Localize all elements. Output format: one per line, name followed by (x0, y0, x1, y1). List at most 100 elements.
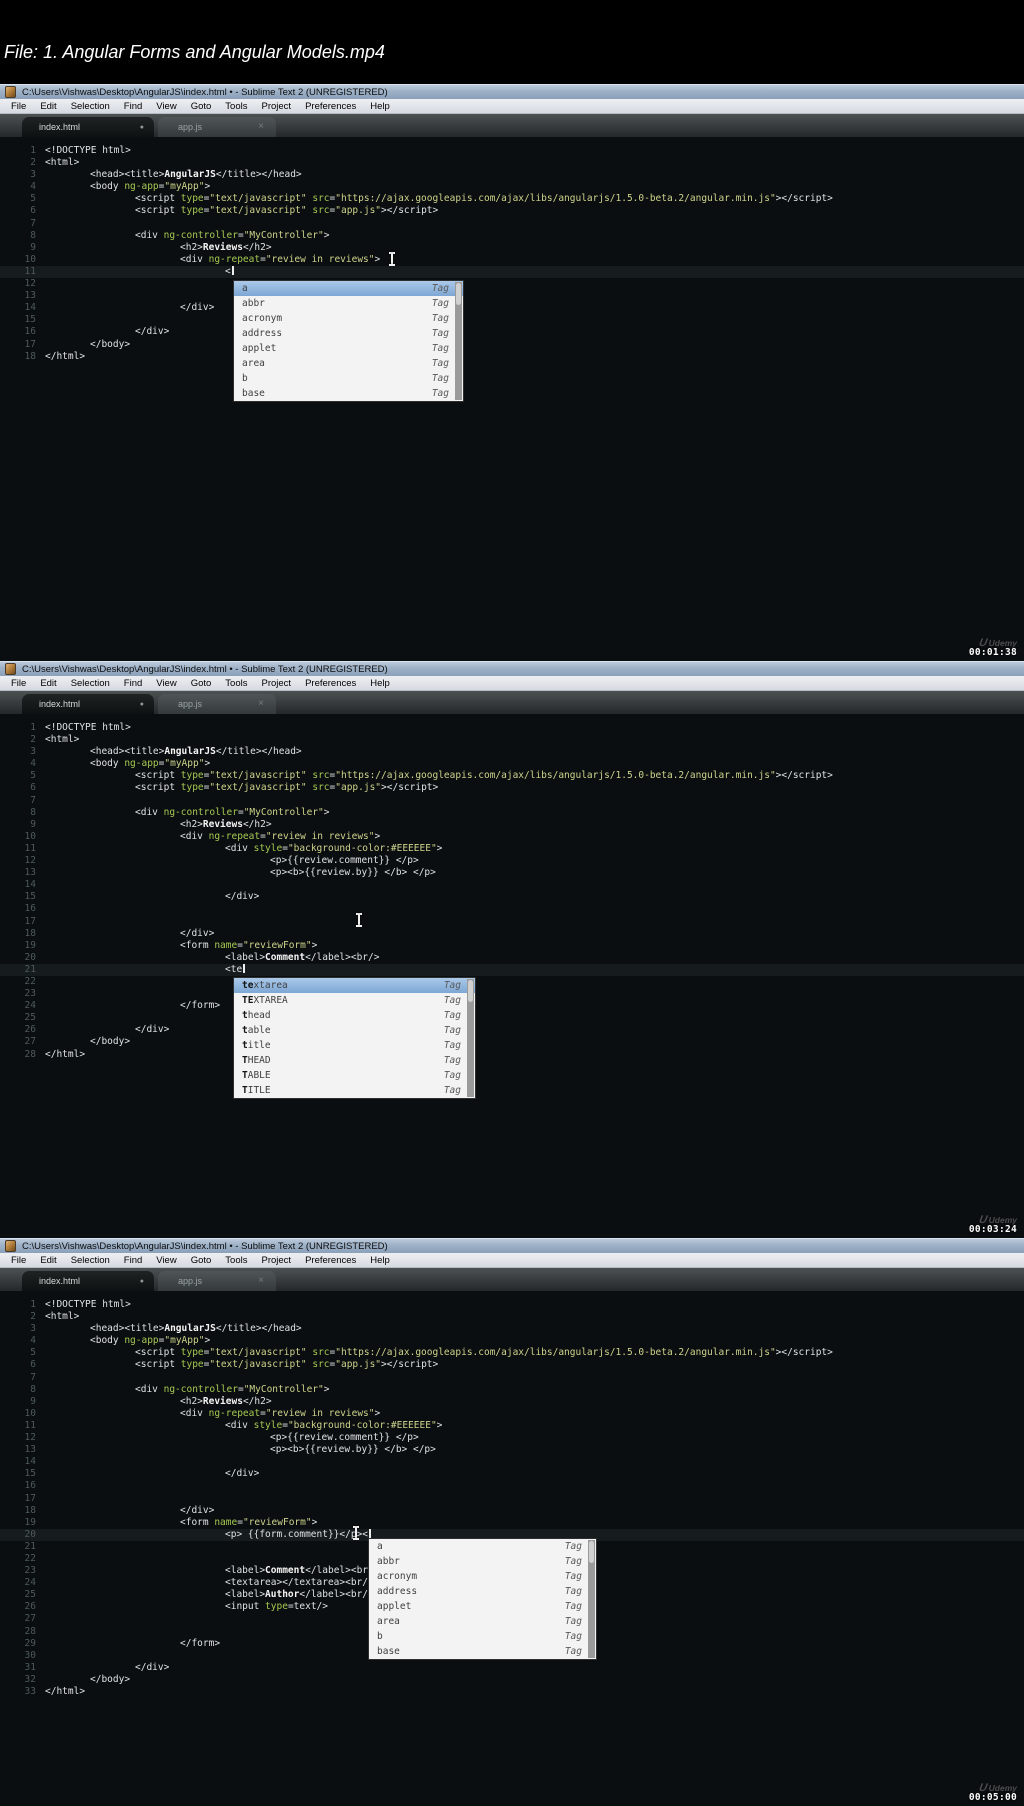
menu-goto[interactable]: Goto (184, 678, 219, 689)
code-line-17[interactable]: 17 </body> (0, 339, 1024, 351)
menu-project[interactable]: Project (254, 678, 298, 689)
code-line-12[interactable]: 12 <p>{{review.comment}} </p> (0, 1432, 1024, 1444)
menu-tools[interactable]: Tools (218, 101, 254, 112)
autocomplete-item-b[interactable]: b Tag (369, 1629, 596, 1644)
popup-scrollbar-thumb[interactable] (456, 283, 461, 305)
autocomplete-item-address[interactable]: address Tag (369, 1584, 596, 1599)
autocomplete-item-area[interactable]: area Tag (234, 356, 463, 371)
tab-index.html[interactable]: index.html ● (22, 1271, 154, 1291)
menu-file[interactable]: File (4, 101, 33, 112)
code-line-1[interactable]: 1 <!DOCTYPE html> (0, 1299, 1024, 1311)
autocomplete-item-address[interactable]: address Tag (234, 326, 463, 341)
code-line-5[interactable]: 5 <script type="text/javascript" src="htt… (0, 770, 1024, 782)
menu-edit[interactable]: Edit (33, 678, 63, 689)
autocomplete-item-TITLE[interactable]: TITLE Tag (234, 1083, 475, 1098)
code-line-20[interactable]: 20 <label>Comment</label><br/> (0, 952, 1024, 964)
close-tab-icon[interactable]: × (258, 122, 264, 132)
autocomplete-item-base[interactable]: base Tag (369, 1644, 596, 1659)
code-line-32[interactable]: 32 </body> (0, 1674, 1024, 1686)
menu-selection[interactable]: Selection (64, 678, 117, 689)
autocomplete-item-abbr[interactable]: abbr Tag (234, 296, 463, 311)
code-line-12[interactable]: 12 <p>{{review.comment}} </p> (0, 855, 1024, 867)
code-line-3[interactable]: 3 <head><title>AngularJS</title></head> (0, 746, 1024, 758)
menu-goto[interactable]: Goto (184, 1255, 219, 1266)
menu-find[interactable]: Find (117, 101, 149, 112)
menu-find[interactable]: Find (117, 678, 149, 689)
code-line-8[interactable]: 8 <div ng-controller="MyController"> (0, 230, 1024, 242)
code-line-10[interactable]: 10 <div ng-repeat="review in reviews"> (0, 831, 1024, 843)
code-editor[interactable]: 1 <!DOCTYPE html> 2 <html> 3 <head><title>Ang… (0, 714, 1024, 1238)
code-line-12[interactable]: 12 (0, 278, 1024, 290)
tab-index.html[interactable]: index.html ● (22, 694, 154, 714)
menu-preferences[interactable]: Preferences (298, 101, 363, 112)
code-line-8[interactable]: 8 <div ng-controller="MyController"> (0, 1384, 1024, 1396)
code-line-11[interactable]: 11 <div style="background-color:#EEEEEE"> (0, 843, 1024, 855)
code-line-5[interactable]: 5 <script type="text/javascript" src="htt… (0, 1347, 1024, 1359)
code-line-7[interactable]: 7 (0, 218, 1024, 230)
code-line-9[interactable]: 9 <h2>Reviews</h2> (0, 819, 1024, 831)
popup-scrollbar-thumb[interactable] (468, 980, 473, 1002)
code-line-7[interactable]: 7 (0, 795, 1024, 807)
menu-preferences[interactable]: Preferences (298, 1255, 363, 1266)
code-line-6[interactable]: 6 <script type="text/javascript" src="app… (0, 205, 1024, 217)
menu-project[interactable]: Project (254, 101, 298, 112)
tab-index.html[interactable]: index.html ● (22, 117, 154, 137)
code-line-15[interactable]: 15 (0, 314, 1024, 326)
code-line-2[interactable]: 2 <html> (0, 734, 1024, 746)
autocomplete-item-abbr[interactable]: abbr Tag (369, 1554, 596, 1569)
code-line-2[interactable]: 2 <html> (0, 1311, 1024, 1323)
code-line-19[interactable]: 19 <form name="reviewForm"> (0, 940, 1024, 952)
code-line-26[interactable]: 26 </div> (0, 1024, 1024, 1036)
autocomplete-item-title[interactable]: title Tag (234, 1038, 475, 1053)
menu-selection[interactable]: Selection (64, 1255, 117, 1266)
code-line-27[interactable]: 27 </body> (0, 1036, 1024, 1048)
code-line-17[interactable]: 17 (0, 916, 1024, 928)
code-line-10[interactable]: 10 <div ng-repeat="review in reviews"> (0, 1408, 1024, 1420)
popup-scrollbar[interactable] (455, 282, 462, 400)
code-line-33[interactable]: 33 </html> (0, 1686, 1024, 1698)
autocomplete-item-textarea[interactable]: textarea Tag (234, 978, 475, 993)
tab-app.js[interactable]: app.js × (158, 694, 276, 714)
code-line-15[interactable]: 15 </div> (0, 1468, 1024, 1480)
code-line-16[interactable]: 16 (0, 1480, 1024, 1492)
code-line-14[interactable]: 14 </div> (0, 302, 1024, 314)
code-line-16[interactable]: 16 (0, 903, 1024, 915)
menu-selection[interactable]: Selection (64, 101, 117, 112)
code-line-24[interactable]: 24 </form> (0, 1000, 1024, 1012)
menu-project[interactable]: Project (254, 1255, 298, 1266)
tab-app.js[interactable]: app.js × (158, 117, 276, 137)
autocomplete-item-area[interactable]: area Tag (369, 1614, 596, 1629)
code-line-28[interactable]: 28 </html> (0, 1049, 1024, 1061)
autocomplete-item-TEXTAREA[interactable]: TEXTAREA Tag (234, 993, 475, 1008)
menu-find[interactable]: Find (117, 1255, 149, 1266)
menu-tools[interactable]: Tools (218, 678, 254, 689)
menu-preferences[interactable]: Preferences (298, 678, 363, 689)
title-bar[interactable]: C:\Users\Vishwas\Desktop\AngularJS\index… (0, 661, 1024, 676)
autocomplete-item-acronym[interactable]: acronym Tag (369, 1569, 596, 1584)
code-line-1[interactable]: 1 <!DOCTYPE html> (0, 722, 1024, 734)
code-line-3[interactable]: 3 <head><title>AngularJS</title></head> (0, 1323, 1024, 1335)
code-line-31[interactable]: 31 </div> (0, 1662, 1024, 1674)
code-line-13[interactable]: 13 <p><b>{{review.by}} </b> </p> (0, 1444, 1024, 1456)
code-line-18[interactable]: 18 </div> (0, 928, 1024, 940)
code-line-9[interactable]: 9 <h2>Reviews</h2> (0, 1396, 1024, 1408)
code-line-8[interactable]: 8 <div ng-controller="MyController"> (0, 807, 1024, 819)
code-line-18[interactable]: 18 </html> (0, 351, 1024, 363)
autocomplete-item-TABLE[interactable]: TABLE Tag (234, 1068, 475, 1083)
menu-goto[interactable]: Goto (184, 101, 219, 112)
menu-help[interactable]: Help (363, 101, 397, 112)
code-line-4[interactable]: 4 <body ng-app="myApp"> (0, 181, 1024, 193)
code-line-11[interactable]: 11 <div style="background-color:#EEEEEE"> (0, 1420, 1024, 1432)
tab-app.js[interactable]: app.js × (158, 1271, 276, 1291)
close-tab-icon[interactable]: × (258, 699, 264, 709)
code-line-14[interactable]: 14 (0, 879, 1024, 891)
code-line-15[interactable]: 15 </div> (0, 891, 1024, 903)
code-line-19[interactable]: 19 <form name="reviewForm"> (0, 1517, 1024, 1529)
menu-tools[interactable]: Tools (218, 1255, 254, 1266)
menu-file[interactable]: File (4, 678, 33, 689)
code-line-17[interactable]: 17 (0, 1493, 1024, 1505)
code-line-4[interactable]: 4 <body ng-app="myApp"> (0, 1335, 1024, 1347)
autocomplete-item-a[interactable]: a Tag (369, 1539, 596, 1554)
close-tab-icon[interactable]: × (258, 1276, 264, 1286)
code-line-4[interactable]: 4 <body ng-app="myApp"> (0, 758, 1024, 770)
